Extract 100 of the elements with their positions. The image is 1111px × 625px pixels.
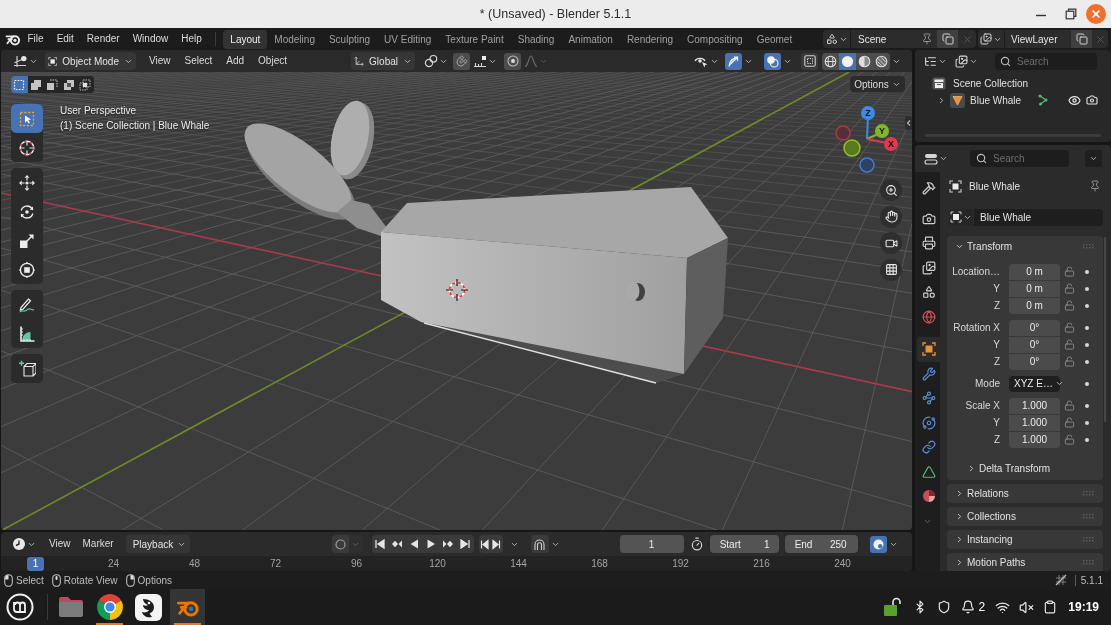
chevron-right-icon[interactable] [955,558,964,567]
menu-item[interactable]: File [21,30,51,48]
workspace-tab[interactable]: Layout [223,29,268,49]
workspace-tab[interactable]: Geomet [749,29,800,49]
chevron-right-icon[interactable] [967,463,976,473]
select-mode-button[interactable] [77,76,94,93]
lock-icon[interactable] [1064,266,1075,277]
scene-field[interactable]: Scene [851,30,937,48]
select-mode-button[interactable] [11,76,28,93]
muted-speaker-icon[interactable] [1019,599,1035,615]
mode-dropdown[interactable]: Object Mode [45,52,136,70]
pin-icon[interactable] [921,33,933,45]
eye-icon[interactable] [1068,93,1081,107]
outliner-item[interactable]: Scene Collection [953,75,1029,91]
number-field[interactable]: 0° [1009,319,1060,336]
playback-dropdown[interactable]: Playback [125,535,190,553]
number-field[interactable]: 0 m [1009,280,1060,297]
view-toggle-button[interactable] [869,535,887,553]
chevron-right-icon[interactable] [955,535,964,544]
navigation-gizmo[interactable] [835,106,898,173]
camera-icon[interactable] [1086,94,1098,106]
keyframe-dot-icon[interactable] [1085,403,1089,408]
menu-item[interactable]: Edit [50,30,81,48]
menu-item[interactable]: Help [174,30,209,48]
pin-icon[interactable] [1089,180,1101,192]
number-field[interactable]: 1.000 [1009,431,1060,448]
menu-item[interactable]: View [43,535,77,553]
panel-title[interactable]: Transform [967,238,1013,254]
object-browse-button[interactable] [949,208,973,226]
lock-icon[interactable] [1064,400,1075,411]
lock-icon[interactable] [1064,339,1075,350]
new-scene-button[interactable] [937,30,958,48]
number-field[interactable]: 1.000 [1009,414,1060,431]
snapping-button[interactable] [530,535,549,553]
keyframe-dot-icon[interactable] [1085,437,1089,442]
chevron-right-icon[interactable] [955,512,964,521]
vertices-icon[interactable] [1038,94,1048,106]
keyframe-dot-icon[interactable] [1085,381,1089,386]
video-camera-icon[interactable] [880,232,902,254]
scene-browse-button[interactable] [823,30,850,48]
clipboard-icon[interactable] [1043,600,1058,614]
view-layer-field[interactable]: ViewLayer [1005,30,1071,48]
drag-handle-icon[interactable] [1083,560,1095,565]
maximize-icon[interactable] [1065,8,1077,20]
shield-icon[interactable] [936,600,951,614]
keyframe-dot-icon[interactable] [1085,269,1089,274]
workspace-tab[interactable]: Compositing [680,29,750,49]
menu-item[interactable]: Marker [76,535,120,553]
workspace-tab[interactable]: Shading [510,29,562,49]
orientation-dropdown[interactable]: Global [351,52,415,70]
lock-icon[interactable] [1064,417,1075,428]
chevron-right-icon[interactable] [937,95,946,105]
snap-toggle[interactable] [453,52,470,70]
sidebar-toggle-icon[interactable] [905,116,912,130]
workspace-tab[interactable]: Sculpting [321,29,378,49]
menu-item[interactable]: Window [126,30,175,48]
number-field[interactable]: 0° [1009,336,1060,353]
number-field[interactable]: 1.000 [1009,397,1060,414]
shading-mode-button[interactable] [856,52,873,70]
panel-title[interactable]: Relations [967,486,1009,501]
shading-mode-button[interactable] [839,52,856,70]
menu-item[interactable]: Select [177,52,220,70]
view-layer-browse-button[interactable] [978,30,1004,48]
tool-button[interactable] [11,354,43,383]
shading-mode-button[interactable] [822,52,839,70]
pivot-dropdown[interactable] [423,52,448,70]
proportional-editing-toggle[interactable] [504,52,521,70]
outliner-item[interactable]: Blue Whale [970,92,1022,108]
workspace-tab[interactable]: Rendering [619,29,681,49]
lock-icon[interactable] [1064,356,1075,367]
workspace-tab[interactable]: Animation [561,29,620,49]
hand-icon[interactable] [880,205,902,228]
workspace-tab[interactable]: Texture Paint [438,29,511,49]
drag-handle-icon[interactable] [1083,537,1095,542]
shading-mode-button[interactable] [873,52,890,70]
ring-logo-icon[interactable] [6,593,34,621]
keyframe-dot-icon[interactable] [1085,325,1089,330]
lock-icon[interactable] [1064,283,1075,294]
subpanel-title[interactable]: Delta Transform [979,460,1051,476]
padlock-icon[interactable] [882,597,901,617]
zoom-icon[interactable] [880,179,902,201]
drag-handle-icon[interactable] [1083,243,1095,249]
tool-button[interactable] [11,104,43,133]
keyframe-dot-icon[interactable] [1085,342,1089,347]
number-field[interactable]: 0 m [1009,297,1060,314]
panel-title[interactable]: Collections [967,509,1016,524]
workspace-tab[interactable]: UV Editing [377,29,439,49]
panel-title[interactable]: Instancing [967,532,1013,547]
grid-icon[interactable] [880,258,902,281]
chevron-right-icon[interactable] [955,489,964,498]
drag-handle-icon[interactable] [1083,514,1095,519]
object-name-field[interactable]: Blue Whale [974,208,1103,226]
close-icon[interactable] [1086,4,1106,24]
lock-icon[interactable] [1064,322,1075,333]
menu-item[interactable]: View [142,52,178,70]
keyframe-dot-icon[interactable] [1085,359,1089,364]
gizmo-toggle[interactable] [725,52,742,70]
wifi-icon[interactable] [995,599,1011,615]
auto-keying-button[interactable] [331,535,349,553]
keyframe-dot-icon[interactable] [1085,303,1089,308]
